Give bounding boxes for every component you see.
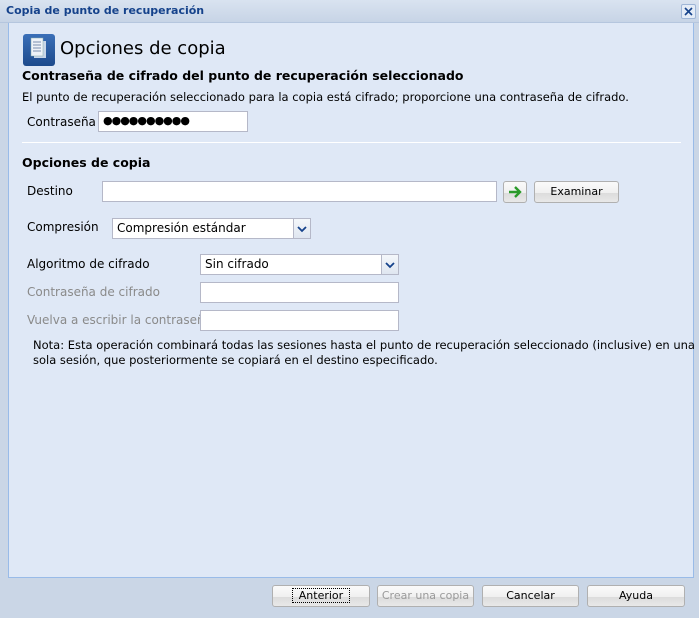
go-button[interactable] [503, 181, 527, 203]
algorithm-label: Algoritmo de cifrado [27, 257, 150, 271]
retype-password-input[interactable] [200, 310, 399, 331]
cipher-password-input[interactable] [200, 282, 399, 303]
encryption-heading: Contraseña de cifrado del punto de recup… [22, 68, 464, 83]
destination-label: Destino [27, 184, 73, 198]
arrow-right-icon [509, 186, 522, 198]
browse-button[interactable]: Examinar [534, 181, 619, 203]
help-button[interactable]: Ayuda [587, 585, 685, 607]
cipher-password-label: Contraseña de cifrado [27, 285, 160, 299]
note-line-1: Nota: Esta operación combinará todas las… [33, 338, 695, 352]
note-line-2: sola sesión, que posteriormente se copia… [33, 353, 438, 367]
chevron-down-icon[interactable] [381, 255, 398, 274]
encryption-description: El punto de recuperación seleccionado pa… [22, 90, 629, 104]
algorithm-value: Sin cifrado [205, 257, 269, 271]
retype-password-label: Vuelva a escribir la contraseña [27, 313, 212, 327]
cancel-button[interactable]: Cancelar [482, 585, 579, 607]
chevron-down-icon[interactable] [293, 219, 310, 238]
document-icon [23, 34, 55, 66]
back-label: Anterior [291, 588, 351, 603]
divider [22, 142, 681, 143]
compression-value: Compresión estándar [117, 221, 246, 235]
close-button[interactable] [681, 4, 696, 19]
close-icon [684, 7, 693, 16]
create-copy-button[interactable]: Crear una copia [377, 585, 474, 607]
dialog-panel: Opciones de copia Contraseña de cifrado … [8, 23, 695, 578]
algorithm-select[interactable]: Sin cifrado [200, 254, 399, 275]
compression-select[interactable]: Compresión estándar [112, 218, 311, 239]
window-title: Copia de punto de recuperación [6, 4, 205, 17]
title-bar: Copia de punto de recuperación [0, 0, 699, 23]
password-input[interactable]: ●●●●●●●●●● [98, 111, 248, 132]
compression-label: Compresión [27, 220, 99, 234]
back-button[interactable]: Anterior [272, 585, 370, 607]
destination-input[interactable] [102, 181, 497, 202]
password-label: Contraseña [27, 115, 96, 129]
page-title: Opciones de copia [60, 38, 226, 59]
copy-options-heading: Opciones de copia [22, 155, 151, 170]
